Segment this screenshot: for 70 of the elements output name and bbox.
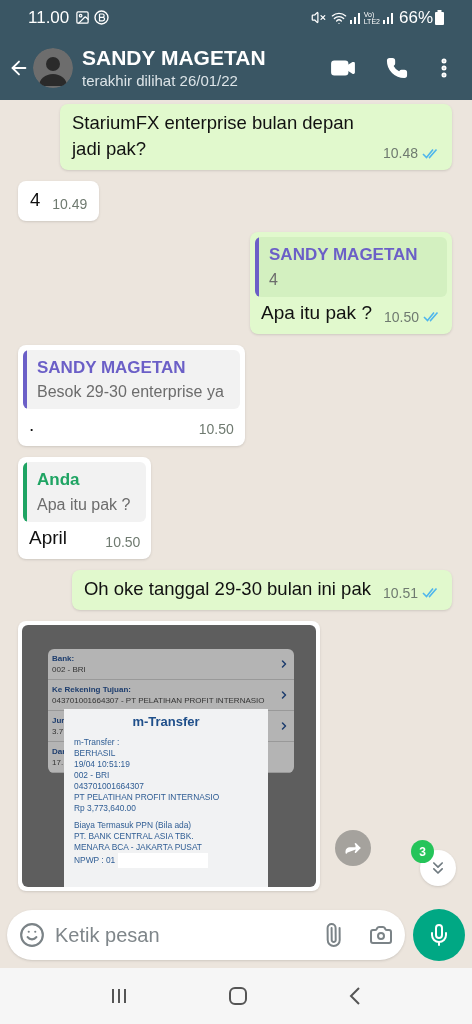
quote-author: SANDY MAGETAN (37, 356, 187, 379)
receipt-line: MENARA BCA - JAKARTA PUSAT (74, 842, 202, 853)
quoted-message[interactable]: SANDY MAGETAN 4 (255, 237, 447, 297)
message-bubble[interactable]: 4 10.49 (18, 181, 100, 221)
signal-icon (348, 11, 361, 24)
receipt-line: NPWP : 01 (74, 855, 116, 866)
unread-badge: 3 (411, 840, 434, 863)
receipt-line: Rp 3,773,640.00 (74, 803, 136, 814)
receipt-line: m-Transfer : (74, 737, 120, 748)
message-bubble[interactable]: SANDY MAGETAN 4 Apa itu pak ? 10.50 (250, 232, 452, 334)
receipt-line: 043701001664307 (74, 781, 144, 792)
contact-name[interactable]: SANDY MAGETAN (82, 44, 266, 71)
field-value: 002 - BRI (52, 663, 86, 675)
emoji-icon[interactable] (19, 922, 45, 948)
field-value: 043701001664307 - PT PELATIHAN PROFIT INTERNASIO (52, 694, 265, 706)
field-label: Jur (52, 714, 65, 726)
quoted-message[interactable]: SANDY MAGETAN Besok 29-30 enterprise ya (23, 349, 240, 409)
message-time: 10.50 (198, 420, 234, 439)
quoted-message[interactable]: Anda Apa itu pak ? (23, 462, 147, 522)
receipt-line: PT PELATIHAN PROFIT INTERNASIO (74, 792, 220, 803)
double-check-icon (422, 147, 440, 159)
receipt-line: PT. BANK CENTRAL ASIA TBK. (74, 831, 194, 842)
message-time: 10.51 (382, 583, 418, 603)
double-check-icon (422, 587, 440, 598)
mute-icon (310, 10, 326, 25)
message-bubble[interactable]: Anda Apa itu pak ? April 10.50 (18, 457, 152, 559)
last-seen-text: terakhir dilihat 26/01/22 (82, 70, 239, 91)
message-text: 4 (30, 188, 41, 212)
field-label: Ke Rekening Tujuan: (52, 683, 131, 695)
message-bubble[interactable]: Oh oke tanggal 29-30 bulan ini pak 10.51 (72, 569, 452, 610)
image-icon (75, 10, 91, 25)
message-bubble[interactable]: StariumFX enterprise bulan depan jadi pak? 10.48 (60, 104, 452, 170)
message-text: StariumFX enterprise bulan depan jadi pak? (72, 111, 355, 161)
microphone-button[interactable] (413, 909, 465, 961)
home-icon[interactable] (228, 986, 248, 1006)
camera-icon[interactable] (369, 923, 393, 947)
battery-percent: 66% (398, 6, 433, 29)
message-time: 10.50 (383, 307, 419, 327)
message-text: Apa itu pak ? (261, 300, 372, 325)
quote-author: Anda (37, 469, 81, 491)
quote-text: Besok 29-30 enterprise ya (37, 382, 224, 402)
field-value: 17. (52, 756, 64, 768)
quote-text: 4 (269, 269, 279, 290)
message-field[interactable]: Ketik pesan (55, 920, 321, 950)
signal-icon (381, 11, 394, 24)
phone-icon[interactable] (386, 56, 408, 79)
status-time: 11.00 (28, 6, 70, 29)
dialog-title: m-Transfer (131, 712, 201, 731)
message-time: 10.49 (52, 195, 88, 214)
recent-apps-icon[interactable] (110, 987, 128, 1005)
circle-b-icon (94, 10, 110, 25)
quote-author: SANDY MAGETAN (269, 244, 418, 266)
message-bubble[interactable]: SANDY MAGETAN Besok 29-30 enterprise ya . 10.50 (18, 344, 245, 446)
field-label: Bank: (52, 652, 75, 664)
message-text: . (29, 413, 35, 437)
receipt-line: 19/04 10:51:19 (74, 759, 130, 770)
message-input[interactable]: Ketik pesan (7, 910, 405, 960)
receipt-line: BERHASIL (74, 748, 116, 759)
back-icon[interactable] (348, 986, 362, 1006)
message-text: Oh oke tanggal 29-30 bulan ini pak (84, 576, 371, 601)
receipt-line: Biaya Termasuk PPN (Bila ada) (74, 820, 192, 831)
message-time: 10.48 (382, 144, 418, 163)
message-time: 10.50 (105, 532, 141, 552)
quote-text: Apa itu pak ? (37, 494, 131, 515)
battery-icon (435, 10, 444, 25)
field-label: Dar (52, 745, 66, 757)
double-check-icon (423, 311, 441, 322)
receipt-line: 002 - BRI (74, 770, 110, 781)
field-value: 3.7 (52, 725, 64, 737)
message-text: April (29, 525, 67, 550)
